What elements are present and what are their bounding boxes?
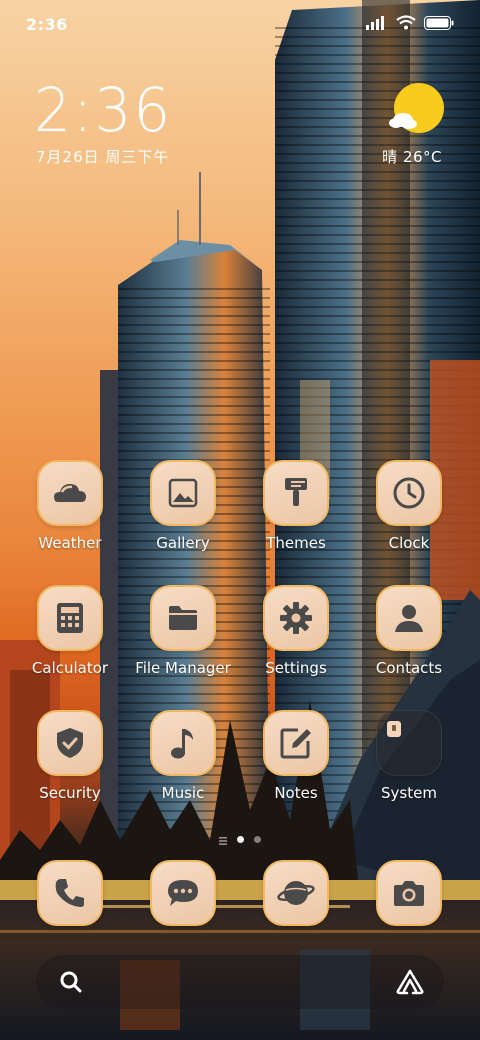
clock-icon — [376, 460, 442, 526]
app-label: Settings — [265, 659, 327, 677]
app-label: System — [381, 784, 437, 802]
app-calculator[interactable]: Calculator — [14, 585, 126, 677]
search-bar[interactable] — [36, 955, 444, 1009]
weather-icon — [37, 460, 103, 526]
app-label: Weather — [38, 534, 102, 552]
app-label: Security — [39, 784, 101, 802]
weather-summary: 晴 26°C — [382, 146, 442, 167]
weather-widget[interactable] — [360, 82, 450, 142]
home-screen: 2:36 2:36 7月26日 周三下午 晴 26°C Weather Gall… — [0, 0, 480, 1040]
app-label: Contacts — [375, 659, 443, 677]
notes-icon — [263, 710, 329, 776]
dock-camera[interactable] — [353, 860, 465, 926]
app-weather[interactable]: Weather — [14, 460, 126, 552]
calculator-icon — [37, 585, 103, 651]
signal-icon — [366, 15, 388, 34]
app-contacts[interactable]: Contacts — [353, 585, 465, 677]
person-icon — [376, 585, 442, 651]
dock-browser[interactable] — [240, 860, 352, 926]
app-settings[interactable]: Settings — [240, 585, 352, 677]
page-indicator[interactable] — [0, 830, 480, 849]
app-themes[interactable]: Themes — [240, 460, 352, 552]
message-icon — [150, 860, 216, 926]
battery-icon — [424, 15, 454, 34]
clock-widget-date: 7月26日 周三下午 — [36, 148, 170, 166]
status-bar-time: 2:36 — [26, 15, 68, 34]
folder-icon — [376, 710, 442, 776]
app-file-manager[interactable]: File Manager — [127, 585, 239, 677]
phone-icon — [37, 860, 103, 926]
folder-icon — [150, 585, 216, 651]
app-clock[interactable]: Clock — [353, 460, 465, 552]
shield-icon — [37, 710, 103, 776]
app-system-folder[interactable]: System — [353, 710, 465, 802]
gear-icon — [263, 585, 329, 651]
assistant-icon[interactable] — [396, 969, 424, 999]
page-dot-active[interactable] — [237, 836, 244, 843]
page-dot[interactable] — [254, 836, 261, 843]
clock-widget-time[interactable]: 2:36 — [34, 74, 172, 145]
app-security[interactable]: Security — [14, 710, 126, 802]
app-drawer-indicator-icon — [219, 830, 227, 849]
sun-cloud-icon — [363, 83, 447, 142]
weather-temperature: 26°C — [402, 148, 442, 166]
music-note-icon — [150, 710, 216, 776]
gallery-icon — [150, 460, 216, 526]
dock-messages[interactable] — [127, 860, 239, 926]
search-icon[interactable] — [60, 971, 82, 997]
app-label: Themes — [266, 534, 326, 552]
app-music[interactable]: Music — [127, 710, 239, 802]
app-gallery[interactable]: Gallery — [127, 460, 239, 552]
dock-phone[interactable] — [14, 860, 126, 926]
app-label: Notes — [274, 784, 318, 802]
browser-icon — [263, 860, 329, 926]
paintbrush-icon — [263, 460, 329, 526]
camera-icon — [376, 860, 442, 926]
weather-condition: 晴 — [382, 148, 398, 166]
app-notes[interactable]: Notes — [240, 710, 352, 802]
status-bar-icons — [366, 15, 454, 34]
app-label: Music — [161, 784, 205, 802]
app-label: Calculator — [31, 659, 109, 677]
app-label: Gallery — [156, 534, 210, 552]
app-label: Clock — [388, 534, 430, 552]
wifi-icon — [396, 15, 416, 34]
app-label: File Manager — [135, 659, 231, 677]
